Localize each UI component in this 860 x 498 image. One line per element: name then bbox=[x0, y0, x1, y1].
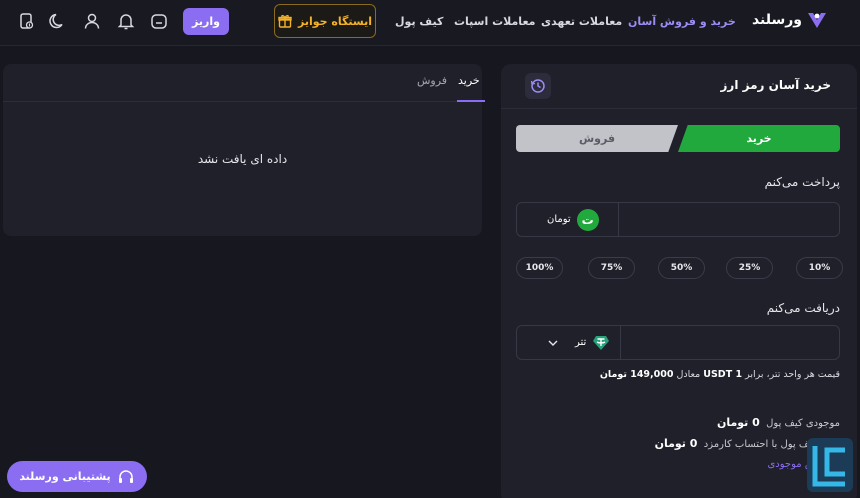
rewards-label: ایستگاه جوایز bbox=[298, 14, 373, 28]
wallet-balance: موجودی کیف پول 0 تومان bbox=[716, 416, 840, 429]
chevron-down-icon bbox=[548, 340, 558, 346]
brand-name: ورسلند bbox=[751, 12, 802, 28]
user-icon[interactable] bbox=[82, 11, 102, 31]
easy-trade-panel: خرید آسان رمز ارز فروش خرید پرداخت می‌کن… bbox=[501, 64, 857, 498]
tab-sell[interactable]: فروش bbox=[417, 74, 447, 87]
percent-10-button[interactable]: 10% bbox=[796, 257, 843, 279]
receive-currency-select[interactable]: تتر bbox=[547, 326, 610, 359]
buy-toggle-button[interactable]: خرید bbox=[678, 125, 840, 152]
tab-buy[interactable]: خرید bbox=[458, 74, 480, 87]
sell-toggle-button[interactable]: فروش bbox=[516, 125, 678, 152]
panel-header: خرید آسان رمز ارز bbox=[501, 64, 857, 109]
pay-currency-label: تومان bbox=[547, 214, 571, 225]
empty-state-message: داده ای یافت نشد bbox=[197, 152, 288, 166]
percent-100-button[interactable]: 100% bbox=[516, 257, 563, 279]
receive-label: دریافت می‌کنم bbox=[766, 301, 840, 315]
tether-icon bbox=[593, 335, 610, 350]
nav-spot[interactable]: معاملات اسپات bbox=[454, 0, 535, 42]
support-label: پشتیبانی ورسلند bbox=[19, 470, 111, 483]
pay-currency: ت تومان bbox=[547, 203, 599, 236]
moon-icon[interactable] bbox=[48, 11, 68, 31]
percent-75-button[interactable]: 75% bbox=[588, 257, 635, 279]
nav-futures[interactable]: معاملات تعهدی bbox=[541, 0, 622, 42]
wallet-balance-with-fee: کیف پول با احتساب کارمزد 0 تومان bbox=[654, 437, 817, 450]
headset-icon bbox=[118, 469, 133, 483]
watermark-logo-icon bbox=[812, 446, 845, 487]
history-tabs: خرید فروش bbox=[3, 64, 482, 102]
percent-50-button[interactable]: 50% bbox=[658, 257, 705, 279]
nav-wallet[interactable]: کیف پول bbox=[395, 0, 443, 42]
active-tab-indicator bbox=[457, 100, 485, 102]
bell-icon[interactable] bbox=[116, 11, 136, 31]
pay-label: پرداخت می‌کنم bbox=[764, 175, 840, 189]
deposit-button[interactable]: واریز bbox=[183, 8, 229, 35]
gift-icon bbox=[278, 15, 292, 28]
watermark-logo bbox=[807, 438, 853, 492]
panel-title: خرید آسان رمز ارز bbox=[720, 78, 831, 92]
toman-icon: ت bbox=[576, 208, 599, 231]
history-panel: خرید فروش داده ای یافت نشد bbox=[3, 64, 485, 236]
nav-easy-trade[interactable]: خرید و فروش آسان bbox=[628, 0, 736, 42]
percent-25-button[interactable]: 25% bbox=[726, 257, 773, 279]
receive-currency-label: تتر bbox=[575, 337, 587, 348]
download-app-icon[interactable] bbox=[16, 11, 36, 31]
receive-amount-field[interactable]: تتر bbox=[516, 325, 840, 360]
wallet-icon[interactable] bbox=[149, 11, 169, 31]
support-button[interactable]: پشتیبانی ورسلند bbox=[7, 461, 147, 492]
history-button[interactable] bbox=[525, 73, 551, 99]
price-note: قیمت هر واحد تتر، برابر USDT 1 معادل 149… bbox=[599, 369, 840, 380]
brand[interactable]: ورسلند bbox=[752, 9, 828, 31]
history-icon bbox=[530, 79, 545, 93]
pay-amount-field[interactable]: ت تومان bbox=[516, 202, 840, 237]
brand-logo-icon bbox=[808, 13, 826, 28]
top-bar: ورسلند خرید و فروش آسان معاملات تعهدی مع… bbox=[0, 0, 860, 46]
rewards-button[interactable]: ایستگاه جوایز bbox=[274, 4, 376, 38]
